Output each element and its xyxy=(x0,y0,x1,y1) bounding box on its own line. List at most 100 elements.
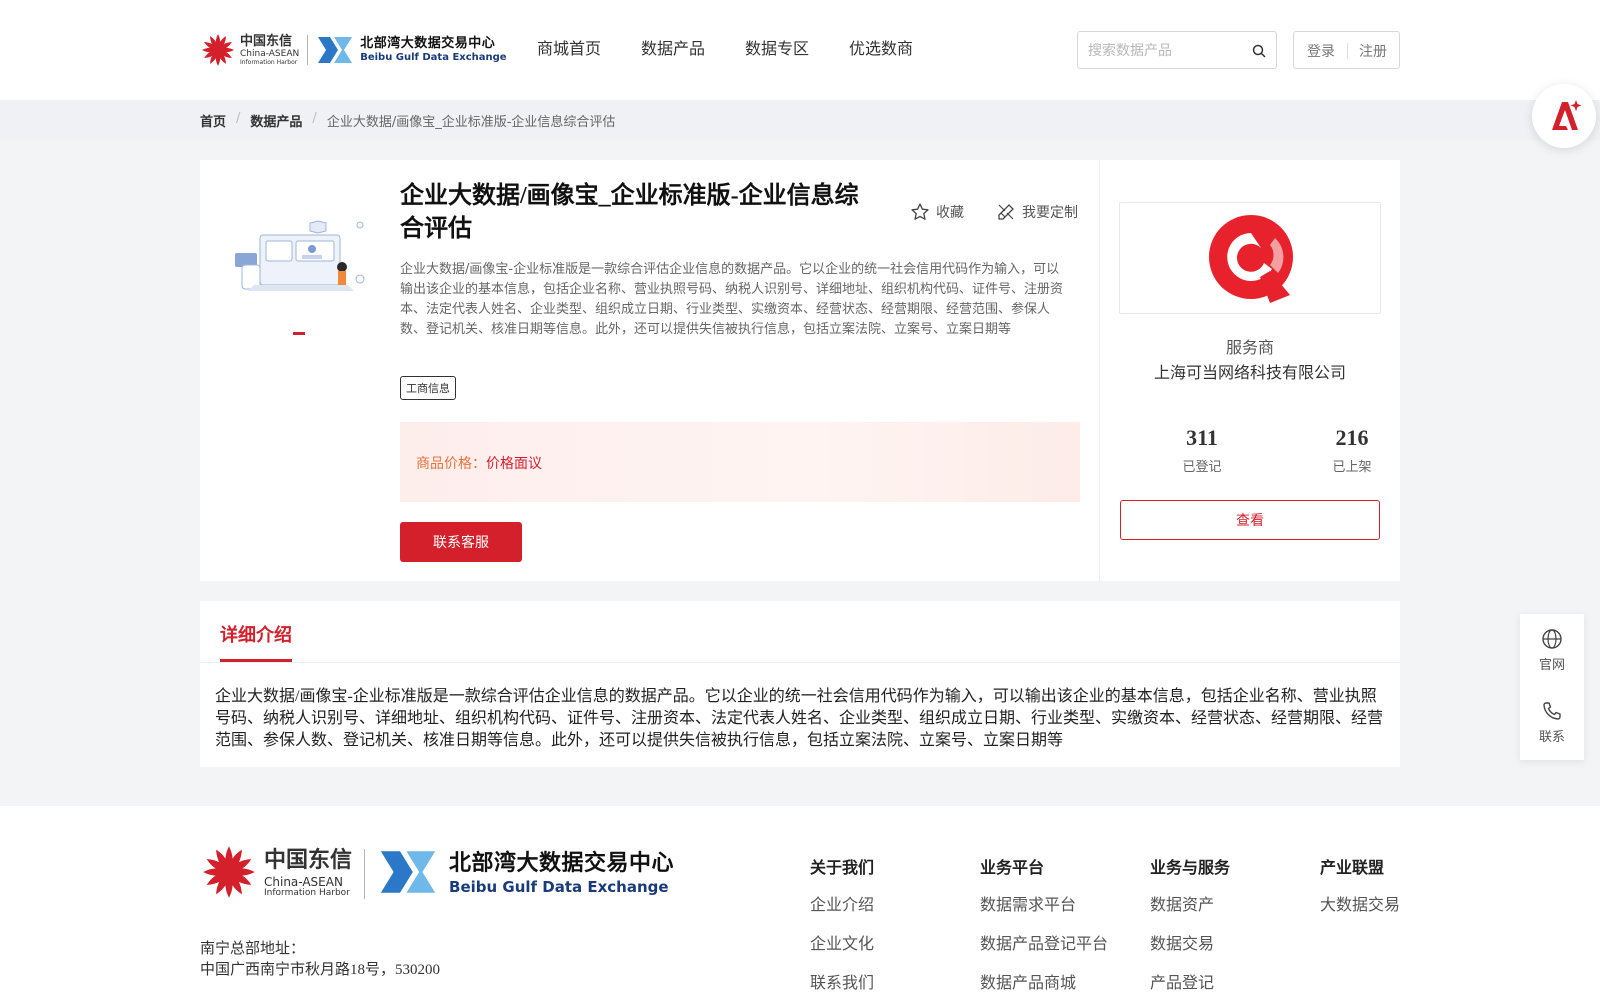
stat-listed-label: 已上架 xyxy=(1332,460,1372,475)
footer-col-platform: 业务平台 数据需求平台 数据产品登记平台 数据产品商城 xyxy=(980,854,1108,1000)
side-float-panel: 官网 联系 xyxy=(1520,614,1584,760)
footer-logo[interactable]: 中国东信 China-ASEAN Information Harbor 北部湾大… xyxy=(200,844,674,904)
footer-link[interactable]: 联系我们 xyxy=(810,973,874,993)
detail-section: 详细介绍 企业大数据/画像宝-企业标准版是一款综合评估企业信息的数据产品。它以企… xyxy=(200,601,1400,767)
footer-logo-en: China-ASEAN xyxy=(264,875,343,889)
footer-logo-cn: 中国东信 xyxy=(264,848,353,873)
provider-label: 服务商 xyxy=(1225,338,1274,357)
nav-mall-home[interactable]: 商城首页 xyxy=(537,36,601,62)
china-asean-flower-icon xyxy=(200,32,236,68)
breadcrumb-current: 企业大数据/画像宝_企业标准版-企业信息综合评估 xyxy=(326,115,616,130)
stat-registered-value: 311 xyxy=(1186,425,1218,450)
breadcrumb-home[interactable]: 首页 xyxy=(200,111,226,130)
footer-col-about: 关于我们 企业介绍 企业文化 联系我们 xyxy=(810,854,874,1000)
customize-label: 我要定制 xyxy=(1022,205,1078,221)
stat-listed-value: 216 xyxy=(1335,425,1369,450)
breadcrumb-separator: / xyxy=(236,111,241,126)
customize-icon xyxy=(998,204,1014,220)
favorite-label: 收藏 xyxy=(936,205,964,221)
register-link[interactable]: 注册 xyxy=(1359,41,1387,61)
favorite-button[interactable]: 收藏 xyxy=(910,202,964,222)
side-website-button[interactable]: 官网 xyxy=(1520,628,1584,673)
ai-assistant-icon xyxy=(1552,100,1582,130)
logo-divider xyxy=(307,35,309,65)
footer-col-title: 业务平台 xyxy=(980,858,1045,877)
card-divider xyxy=(1099,160,1100,581)
exchange-name-cn: 北部湾大数据交易中心 xyxy=(360,36,496,51)
product-thumbnail[interactable] xyxy=(230,215,380,305)
stat-registered-label: 已登记 xyxy=(1182,460,1222,475)
search-input[interactable] xyxy=(1088,40,1248,60)
side-contact-button[interactable]: 联系 xyxy=(1520,700,1584,745)
breadcrumb-data-products[interactable]: 数据产品 xyxy=(250,111,302,130)
nav-data-zone[interactable]: 数据专区 xyxy=(745,36,809,62)
logo-en-sub: Information Harbor xyxy=(240,58,298,66)
footer-beibu-mark-icon xyxy=(377,848,439,900)
stat-listed: 216 已上架 xyxy=(1302,423,1402,475)
breadcrumb-separator: / xyxy=(312,111,317,126)
footer-link[interactable]: 产品登记 xyxy=(1150,973,1230,993)
product-description: 企业大数据/画像宝-企业标准版是一款综合评估企业信息的数据产品。它以企业的统一社… xyxy=(400,262,1064,337)
footer-col-title: 业务与服务 xyxy=(1150,858,1231,877)
site-footer: 中国东信 China-ASEAN Information Harbor 北部湾大… xyxy=(0,806,1600,1000)
star-icon xyxy=(911,203,929,220)
price-value: 价格面议 xyxy=(486,456,542,472)
contact-service-button[interactable]: 联系客服 xyxy=(400,522,522,562)
site-header: 中国东信 China-ASEAN Information Harbor 北部湾大… xyxy=(0,0,1600,100)
footer-exchange-cn: 北部湾大数据交易中心 xyxy=(449,851,675,876)
breadcrumb-bar: 首页 / 数据产品 / 企业大数据/画像宝_企业标准版-企业信息综合评估 xyxy=(0,100,1600,140)
price-label: 商品价格： xyxy=(416,456,486,472)
footer-col-title: 产业联盟 xyxy=(1320,858,1385,877)
footer-link[interactable]: 企业文化 xyxy=(810,934,874,954)
provider-logo-icon xyxy=(1209,215,1293,303)
footer-link[interactable]: 数据资产 xyxy=(1150,895,1230,915)
product-card: 企业大数据/画像宝_企业标准版-企业信息综合评估 收藏 我要定制 企业大数据/画… xyxy=(200,160,1400,581)
globe-icon xyxy=(1542,629,1562,649)
side-website-label: 官网 xyxy=(1538,658,1565,673)
beibu-gulf-mark-icon xyxy=(316,35,354,65)
view-provider-button[interactable]: 查看 xyxy=(1120,500,1380,540)
footer-flower-icon xyxy=(200,843,258,905)
footer-logo-en-sub: Information Harbor xyxy=(264,888,350,898)
footer-col-title: 关于我们 xyxy=(810,858,875,877)
main-nav: 商城首页 数据产品 数据专区 优选数商 xyxy=(537,36,913,62)
exchange-name-en: Beibu Gulf Data Exchange xyxy=(360,52,507,63)
login-link[interactable]: 登录 xyxy=(1307,41,1335,61)
nav-preferred-merchants[interactable]: 优选数商 xyxy=(849,36,913,62)
footer-exchange-en: Beibu Gulf Data Exchange xyxy=(449,878,669,896)
footer-logo-divider xyxy=(364,849,366,899)
carousel-indicator[interactable] xyxy=(293,332,305,335)
provider-logo[interactable] xyxy=(1119,202,1381,314)
footer-link[interactable]: 数据交易 xyxy=(1150,934,1230,954)
detail-text: 企业大数据/画像宝-企业标准版是一款综合评估企业信息的数据产品。它以企业的统一社… xyxy=(215,688,1384,749)
breadcrumb: 首页 / 数据产品 / 企业大数据/画像宝_企业标准版-企业信息综合评估 xyxy=(200,111,615,130)
phone-icon xyxy=(1543,702,1561,720)
tab-detail-intro[interactable]: 详细介绍 xyxy=(220,621,292,647)
product-title: 企业大数据/画像宝_企业标准版-企业信息综合评估 xyxy=(400,183,859,242)
detail-divider xyxy=(200,662,1400,663)
auth-divider xyxy=(1347,43,1348,59)
customize-button[interactable]: 我要定制 xyxy=(996,202,1078,222)
footer-address-label: 南宁总部地址： xyxy=(200,941,306,957)
nav-data-products[interactable]: 数据产品 xyxy=(641,36,705,62)
ai-assistant-button[interactable] xyxy=(1532,84,1596,148)
search-icon[interactable] xyxy=(1252,43,1266,58)
logo-en: China-ASEAN xyxy=(240,48,300,59)
footer-address: 中国广西南宁市秋月路18号，530200 xyxy=(200,962,441,978)
product-tag[interactable]: 工商信息 xyxy=(400,376,456,400)
footer-link[interactable]: 数据产品登记平台 xyxy=(980,934,1108,954)
auth-box: 登录 注册 xyxy=(1293,31,1400,69)
provider-name: 上海可当网络科技有限公司 xyxy=(1153,363,1346,382)
stat-registered: 311 已登记 xyxy=(1152,423,1252,475)
footer-link[interactable]: 数据产品商城 xyxy=(980,973,1108,993)
site-logo[interactable]: 中国东信 China-ASEAN Information Harbor 北部湾大… xyxy=(200,30,507,70)
price-panel: 商品价格：价格面议 xyxy=(400,422,1080,502)
search-box xyxy=(1077,31,1277,69)
logo-cn: 中国东信 xyxy=(240,33,293,49)
side-contact-label: 联系 xyxy=(1538,730,1565,745)
footer-col-alliance: 产业联盟 大数据交易 xyxy=(1320,854,1400,934)
footer-col-services: 业务与服务 数据资产 数据交易 产品登记 xyxy=(1150,854,1230,1000)
footer-link[interactable]: 企业介绍 xyxy=(810,895,874,915)
footer-link[interactable]: 大数据交易 xyxy=(1320,895,1400,915)
footer-link[interactable]: 数据需求平台 xyxy=(980,895,1108,915)
